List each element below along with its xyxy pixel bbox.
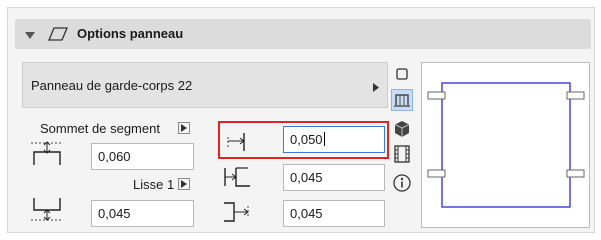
3d-view-tool[interactable] bbox=[391, 118, 413, 140]
film-tool[interactable] bbox=[391, 143, 413, 165]
rail-height-icon bbox=[29, 196, 65, 229]
chevron-right-icon bbox=[373, 80, 379, 95]
panel-preview-drawing bbox=[427, 82, 585, 208]
panel-shape-tool[interactable] bbox=[391, 64, 413, 86]
rail-label: Lisse 1 bbox=[133, 177, 175, 192]
panel-type-selector[interactable]: Panneau de garde-corps 22 bbox=[22, 62, 388, 108]
3d-cube-icon bbox=[394, 121, 410, 137]
segment-top-field[interactable]: 0,060 bbox=[91, 143, 194, 170]
offset-middle-field[interactable]: 0,045 bbox=[283, 164, 385, 191]
segment-top-menu-button[interactable] bbox=[178, 122, 190, 134]
offset-top-icon bbox=[224, 131, 248, 156]
section-title: Options panneau bbox=[77, 26, 184, 41]
info-icon bbox=[393, 174, 411, 192]
offset-bottom-icon bbox=[222, 200, 252, 227]
offset-bottom-field[interactable]: 0,045 bbox=[283, 200, 385, 227]
panel-shape-icon bbox=[396, 68, 408, 80]
railing-panel-tool[interactable] bbox=[391, 89, 413, 111]
collapse-arrow-icon[interactable] bbox=[25, 28, 35, 43]
rail-menu-button[interactable] bbox=[178, 178, 190, 190]
film-strip-icon bbox=[394, 145, 410, 163]
offset-middle-icon bbox=[222, 165, 252, 192]
panel-preview bbox=[421, 62, 590, 228]
panel-type-label: Panneau de garde-corps 22 bbox=[31, 78, 193, 93]
segment-top-height-icon bbox=[29, 137, 65, 170]
rail-field[interactable]: 0,045 bbox=[91, 200, 194, 227]
railing-panel-icon bbox=[394, 94, 410, 107]
segment-top-label: Sommet de segment bbox=[40, 121, 160, 136]
offset-top-value: 0,050 bbox=[290, 132, 323, 147]
panel-icon bbox=[47, 25, 69, 46]
text-cursor bbox=[323, 132, 325, 146]
offset-top-field[interactable]: 0,050 bbox=[283, 126, 385, 153]
info-tool[interactable] bbox=[391, 172, 413, 194]
section-header[interactable]: Options panneau bbox=[15, 19, 591, 49]
